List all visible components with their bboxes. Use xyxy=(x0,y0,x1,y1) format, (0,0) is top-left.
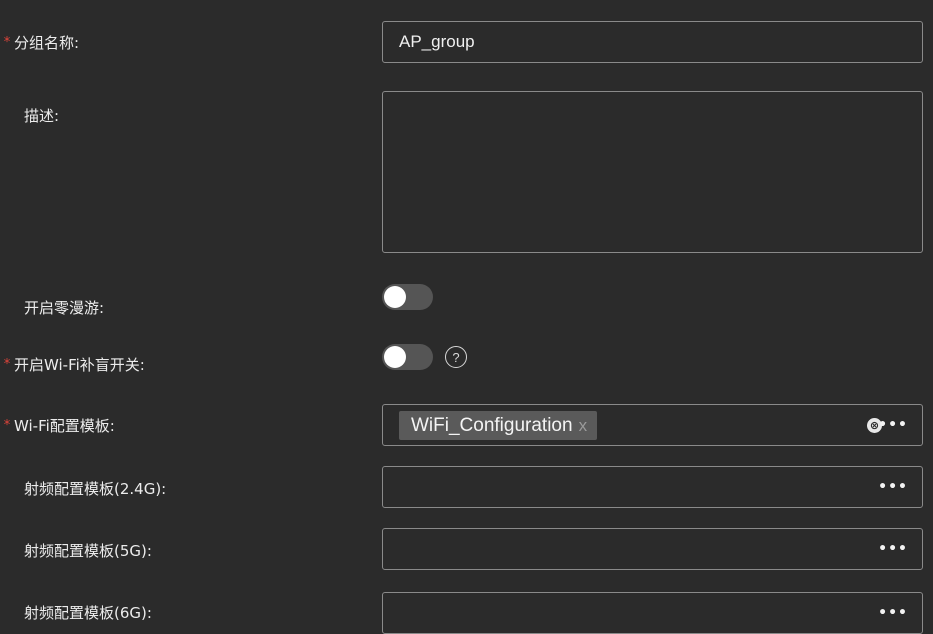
rf-5g-label-text: 射频配置模板(5G): xyxy=(24,541,152,560)
description-label: 描述: xyxy=(0,105,59,125)
wifi-blind-fill-label: * 开启Wi-Fi补盲开关: xyxy=(0,354,145,374)
toggle-knob xyxy=(384,346,406,368)
rf-24g-label: 射频配置模板(2.4G): xyxy=(0,478,166,498)
group-name-value: AP_group xyxy=(399,32,475,51)
zero-roaming-label-text: 开启零漫游: xyxy=(24,298,105,317)
rf-6g-label-text: 射频配置模板(6G): xyxy=(24,603,152,622)
required-mark: * xyxy=(3,34,11,50)
more-icon[interactable]: ••• xyxy=(878,541,908,557)
group-name-label-text: 分组名称: xyxy=(14,33,80,52)
help-icon[interactable]: ? xyxy=(445,346,467,368)
description-label-text: 描述: xyxy=(24,106,60,125)
more-icon[interactable]: ••• xyxy=(878,417,908,433)
wifi-template-label-text: Wi-Fi配置模板: xyxy=(14,416,115,435)
rf-5g-select[interactable]: ••• xyxy=(382,528,923,570)
wifi-template-select[interactable]: WiFi_Configuration x ⊗ ••• xyxy=(382,404,923,446)
description-textarea[interactable] xyxy=(382,91,923,253)
zero-roaming-label: 开启零漫游: xyxy=(0,297,104,317)
rf-6g-select[interactable]: ••• xyxy=(382,592,923,634)
wifi-blind-fill-label-text: 开启Wi-Fi补盲开关: xyxy=(14,355,145,374)
required-mark: * xyxy=(3,417,11,433)
more-icon[interactable]: ••• xyxy=(878,479,908,495)
group-name-label: * 分组名称: xyxy=(0,32,79,52)
chip-label: WiFi_Configuration xyxy=(411,414,573,436)
wifi-template-chip: WiFi_Configuration x xyxy=(399,411,598,440)
rf-5g-label: 射频配置模板(5G): xyxy=(0,540,152,560)
wifi-template-label: * Wi-Fi配置模板: xyxy=(0,415,115,435)
group-name-input[interactable]: AP_group xyxy=(382,21,923,63)
rf-24g-label-text: 射频配置模板(2.4G): xyxy=(24,479,167,498)
required-mark: * xyxy=(3,356,11,372)
zero-roaming-toggle[interactable] xyxy=(382,284,433,310)
rf-24g-select[interactable]: ••• xyxy=(382,466,923,508)
wifi-blind-fill-toggle[interactable] xyxy=(382,344,433,370)
more-icon[interactable]: ••• xyxy=(878,605,908,621)
chip-remove-icon[interactable]: x xyxy=(579,416,588,436)
rf-6g-label: 射频配置模板(6G): xyxy=(0,602,152,622)
ap-group-form: * 分组名称: AP_group 描述: 开启零漫游: * 开启Wi-Fi补盲开… xyxy=(0,0,933,634)
toggle-knob xyxy=(384,286,406,308)
